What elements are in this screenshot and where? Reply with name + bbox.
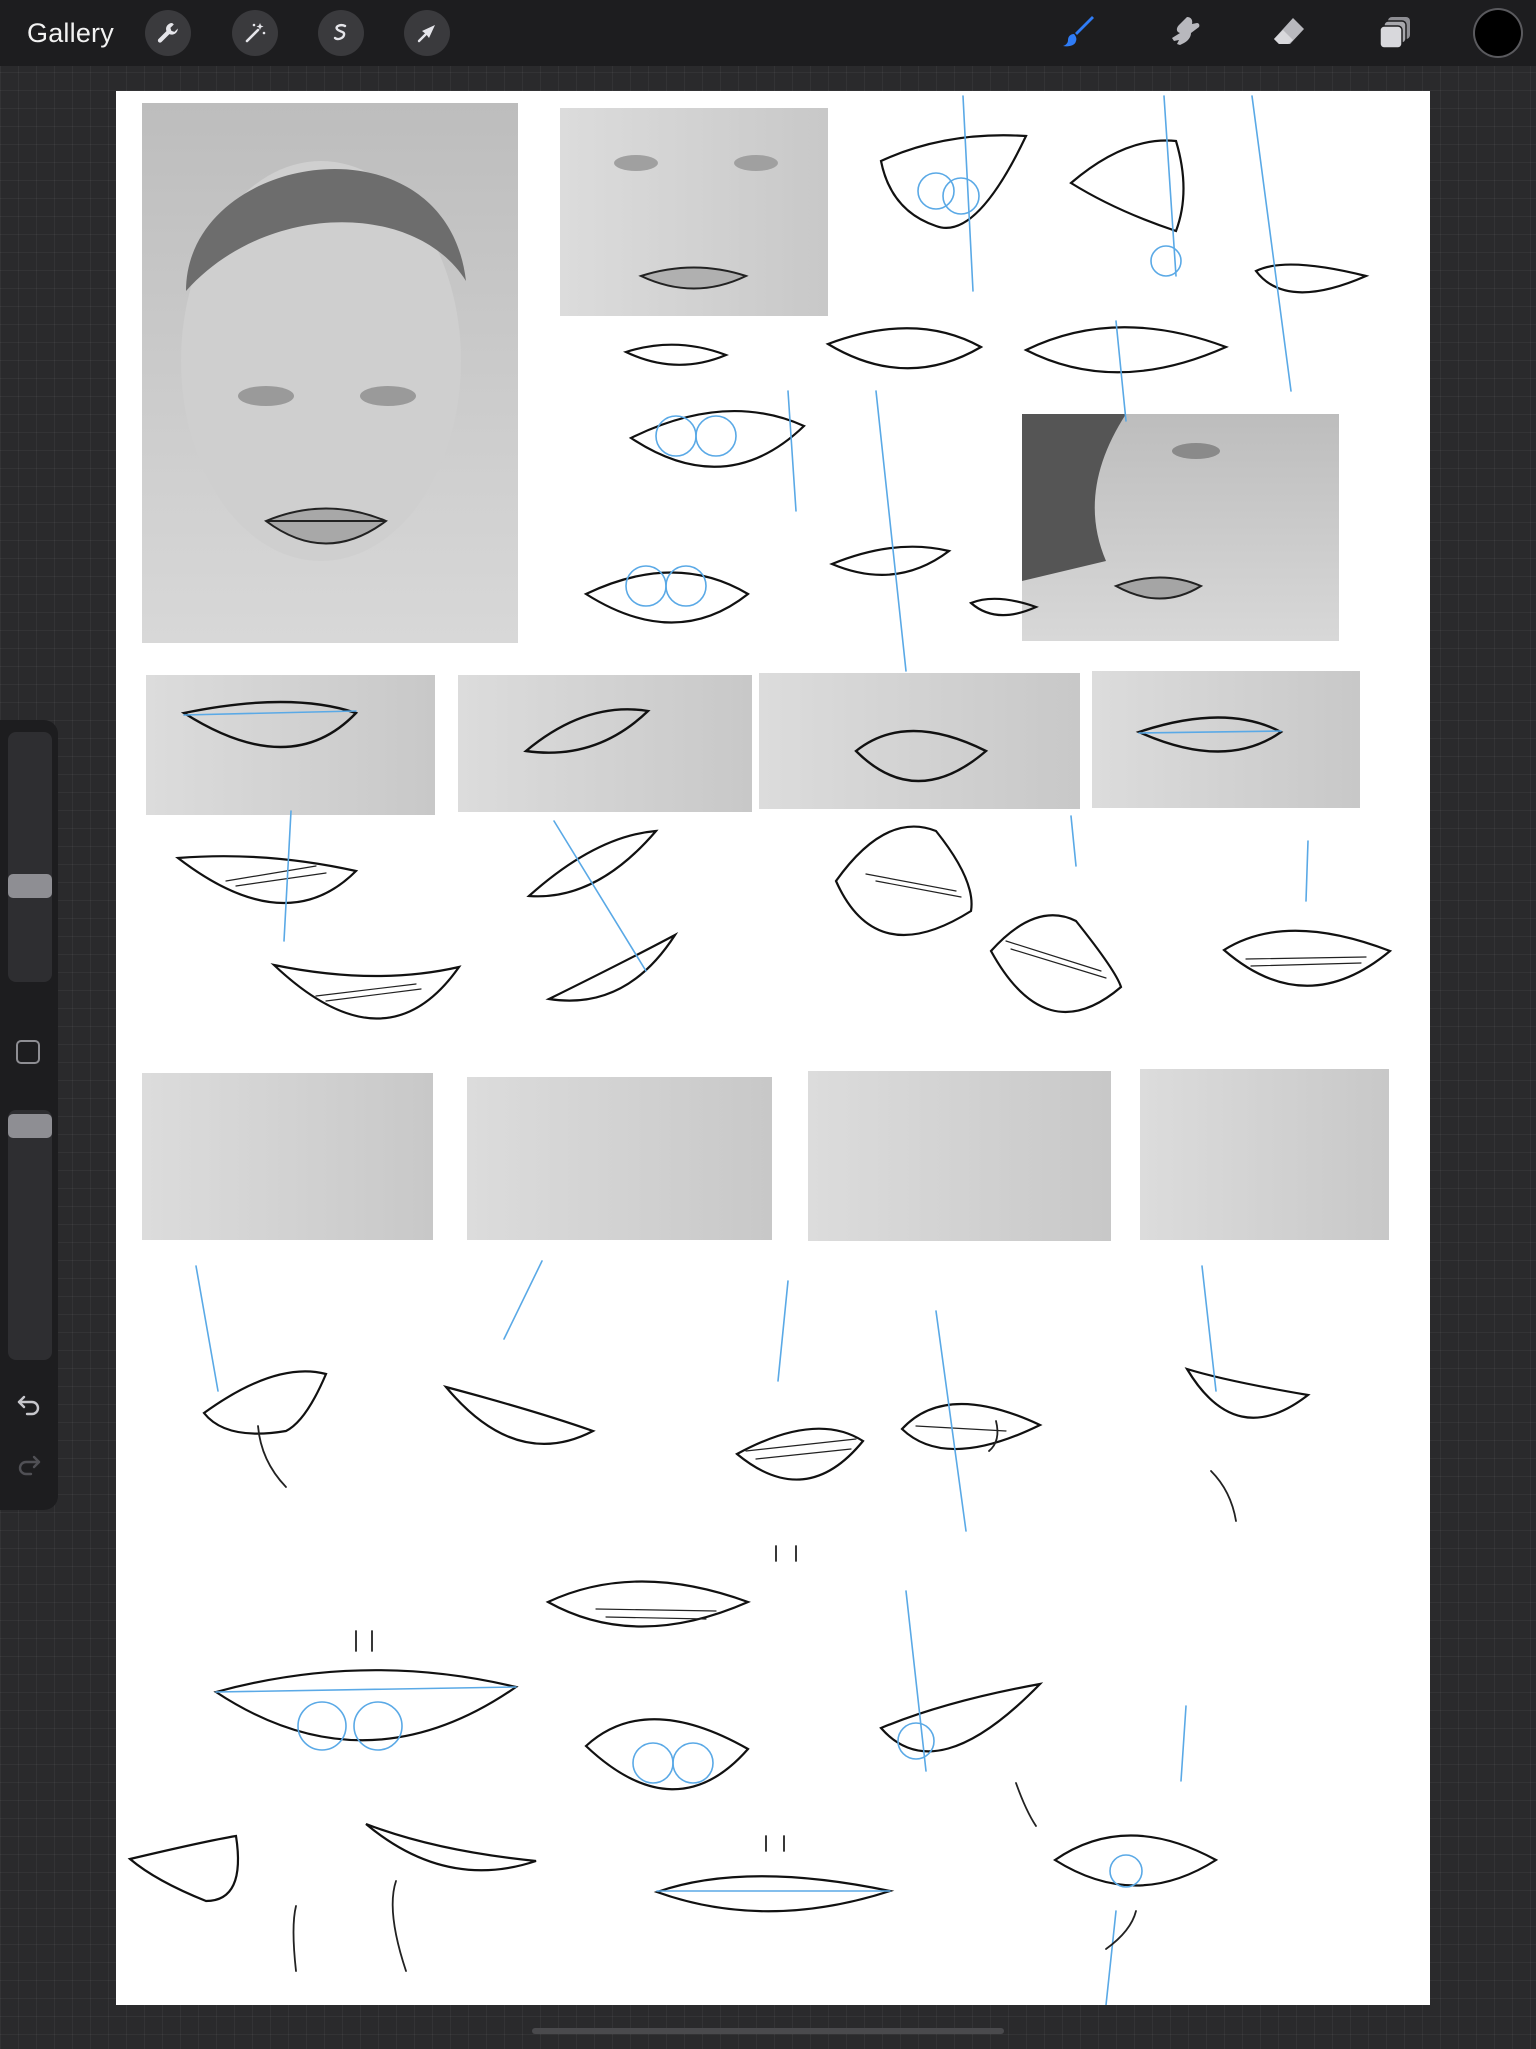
color-picker-swatch[interactable] (1475, 10, 1521, 56)
eraser-icon[interactable] (1264, 8, 1314, 58)
left-sidebar (0, 720, 58, 1510)
reference-photo-portrait (142, 103, 518, 643)
selection-icon[interactable] (318, 10, 364, 56)
gallery-button[interactable]: Gallery (27, 16, 114, 50)
opacity-handle[interactable] (8, 1114, 52, 1138)
reference-photo-front (560, 108, 828, 316)
adjustments-magic-wand-icon[interactable] (232, 10, 278, 56)
redo-arrow-icon[interactable] (15, 1450, 43, 1483)
drawing-canvas[interactable] (116, 91, 1430, 2006)
brush-size-slider[interactable] (8, 732, 52, 982)
reference-photo-strip-1 (146, 671, 1360, 815)
lip-studies-artwork (127, 95, 1393, 2006)
brush-size-handle[interactable] (8, 874, 52, 898)
layers-icon[interactable] (1370, 8, 1420, 58)
opacity-slider[interactable] (8, 1110, 52, 1360)
top-toolbar: Gallery (0, 0, 1536, 66)
brush-icon[interactable] (1054, 8, 1104, 58)
undo-arrow-icon[interactable] (15, 1390, 43, 1423)
transform-arrow-icon[interactable] (404, 10, 450, 56)
home-indicator (532, 2028, 1004, 2034)
smudge-icon[interactable] (1160, 8, 1210, 58)
modify-button[interactable] (16, 1040, 40, 1064)
actions-wrench-icon[interactable] (145, 10, 191, 56)
reference-photo-three-quarter (1022, 414, 1339, 641)
reference-photo-strip-2 (142, 1069, 1389, 1241)
